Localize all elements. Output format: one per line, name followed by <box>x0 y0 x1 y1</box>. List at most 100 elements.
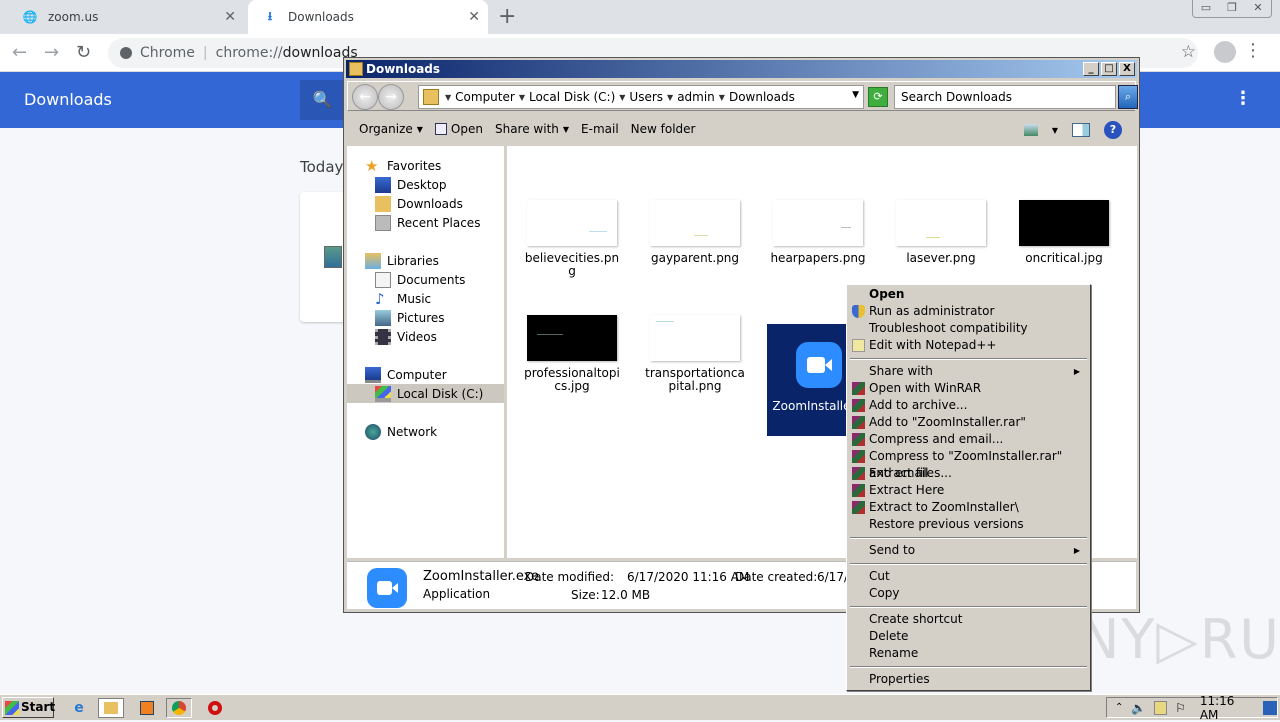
menu-item-extract-here[interactable]: Extract Here <box>849 482 1088 499</box>
nav-downloads[interactable]: Downloads <box>375 194 463 213</box>
menu-item-edit-notepadpp[interactable]: Edit with Notepad++ <box>849 337 1088 354</box>
menu-item-properties[interactable]: Properties <box>849 671 1088 688</box>
file-item[interactable]: lasever.png <box>891 200 991 265</box>
open-button[interactable]: Open <box>434 122 483 136</box>
clock[interactable]: 11:16 AM <box>1200 694 1251 722</box>
nav-recent-places[interactable]: Recent Places <box>375 213 480 232</box>
nav-libraries[interactable]: Libraries <box>365 251 439 270</box>
winrar-icon <box>852 399 865 412</box>
show-hidden-icons[interactable]: ⌃ <box>1115 702 1123 713</box>
email-button[interactable]: E-mail <box>581 122 619 136</box>
tab-zoom-us[interactable]: 🌐 zoom.us ✕ <box>8 0 244 34</box>
menu-item-delete[interactable]: Delete <box>849 628 1088 645</box>
start-button[interactable]: Start <box>2 697 55 718</box>
close-tab-icon[interactable]: ✕ <box>468 9 480 25</box>
downloads-title: Downloads <box>24 90 112 109</box>
menu-item-compress-rar-email[interactable]: Compress to "ZoomInstaller.rar" and emai… <box>849 448 1088 480</box>
tab-downloads[interactable]: ⭳ Downloads ✕ <box>248 0 488 34</box>
profile-avatar[interactable] <box>1214 41 1236 63</box>
breadcrumb-item[interactable]: Downloads <box>729 90 795 104</box>
close-window-button[interactable]: ✕ <box>1245 0 1271 17</box>
action-center-flag-icon[interactable]: ⚐ <box>1175 701 1186 715</box>
maximize-button[interactable]: □ <box>1101 62 1117 76</box>
reload-button[interactable]: ↻ <box>76 42 91 63</box>
menu-item-restore-versions[interactable]: Restore previous versions <box>849 516 1088 533</box>
breadcrumb-item[interactable]: Local Disk (C:) <box>529 90 615 104</box>
menu-item-share-with[interactable]: Share with ▶ <box>849 363 1088 380</box>
nav-pictures[interactable]: Pictures <box>375 308 445 327</box>
new-tab-button[interactable]: + <box>498 4 516 29</box>
menu-item-extract-to[interactable]: Extract to ZoomInstaller\ <box>849 499 1088 516</box>
file-item[interactable]: gayparent.png <box>645 200 745 265</box>
network-icon <box>365 423 381 440</box>
bookmark-star-icon[interactable]: ☆ <box>1181 42 1196 62</box>
forward-button[interactable]: → <box>44 42 59 63</box>
nav-favorites[interactable]: ★ Favorites <box>365 156 441 175</box>
network-warning-icon[interactable] <box>1154 700 1168 715</box>
menu-item-extract-files[interactable]: Extract files... <box>849 465 1088 482</box>
close-button[interactable]: X <box>1119 62 1135 76</box>
internet-explorer-icon[interactable]: e <box>66 698 92 718</box>
menu-item-rename[interactable]: Rename <box>849 645 1088 662</box>
menu-item-run-as-admin[interactable]: Run as administrator <box>849 303 1088 320</box>
file-item[interactable]: oncritical.jpg <box>1014 200 1114 265</box>
nav-music[interactable]: ♪ Music <box>375 289 431 308</box>
back-button[interactable]: ← <box>352 84 378 110</box>
file-item[interactable]: hearpapers.png <box>768 200 868 265</box>
menu-item-create-shortcut[interactable]: Create shortcut <box>849 611 1088 628</box>
minimize-button[interactable]: ▭ <box>1193 0 1219 17</box>
media-player-icon[interactable] <box>134 698 160 718</box>
nav-network[interactable]: Network <box>365 422 437 441</box>
help-icon[interactable]: ? <box>1104 121 1122 139</box>
nav-computer[interactable]: Computer <box>365 365 447 384</box>
image-thumbnail <box>773 200 863 246</box>
menu-item-copy[interactable]: Copy <box>849 585 1088 602</box>
chrome-icon[interactable] <box>166 698 192 718</box>
menu-item-add-to-rar[interactable]: Add to "ZoomInstaller.rar" <box>849 414 1088 431</box>
nav-documents[interactable]: Documents <box>375 270 465 289</box>
back-button[interactable]: ← <box>12 42 27 63</box>
restore-button[interactable]: ❐ <box>1219 0 1245 17</box>
explorer-icon[interactable] <box>98 698 124 718</box>
downloads-menu-icon[interactable]: ⋮ <box>1234 88 1252 109</box>
file-item[interactable]: transportationcapital.png <box>645 315 745 393</box>
breadcrumb-item[interactable]: Computer <box>455 90 515 104</box>
menu-item-open[interactable]: Open <box>849 286 1088 303</box>
change-view-icon[interactable] <box>1023 124 1038 136</box>
search-icon[interactable]: ⌕ <box>1118 85 1138 109</box>
menu-item-compress-email[interactable]: Compress and email... <box>849 431 1088 448</box>
view-options-dropdown[interactable]: ▼ <box>1052 126 1058 135</box>
show-desktop-button[interactable] <box>1262 700 1277 715</box>
opera-icon[interactable] <box>202 698 228 718</box>
nav-videos[interactable]: Videos <box>375 327 437 346</box>
close-tab-icon[interactable]: ✕ <box>224 9 236 25</box>
explorer-title-bar[interactable]: Downloads _ □ X <box>346 60 1137 78</box>
volume-icon[interactable]: 🔈 <box>1131 701 1146 715</box>
nav-desktop[interactable]: Desktop <box>375 175 447 194</box>
menu-item-send-to[interactable]: Send to ▶ <box>849 542 1088 559</box>
menu-item-cut[interactable]: Cut <box>849 568 1088 585</box>
winrar-icon <box>852 467 865 480</box>
preview-pane-icon[interactable] <box>1072 123 1090 137</box>
file-item[interactable]: professionaltopics.jpg <box>522 315 622 393</box>
menu-item-troubleshoot[interactable]: Troubleshoot compatibility <box>849 320 1088 337</box>
nav-local-disk[interactable]: Local Disk (C:) <box>347 384 504 403</box>
forward-button[interactable]: → <box>378 84 404 110</box>
nav-label: Recent Places <box>397 215 481 230</box>
search-downloads-button[interactable]: 🔍 <box>300 80 345 120</box>
minimize-button[interactable]: _ <box>1083 62 1099 76</box>
breadcrumb-item[interactable]: Users <box>629 90 663 104</box>
new-folder-button[interactable]: New folder <box>631 122 696 136</box>
address-history-dropdown[interactable]: ▼ <box>852 90 859 100</box>
menu-item-open-winrar[interactable]: Open with WinRAR <box>849 380 1088 397</box>
breadcrumb[interactable]: ▼ Computer ▼ Local Disk (C:) ▼ Users ▼ a… <box>418 85 864 109</box>
organize-button[interactable]: Organize ▼ <box>359 122 423 136</box>
share-with-button[interactable]: Share with ▼ <box>495 122 569 136</box>
chrome-menu-icon[interactable]: ⋮ <box>1244 40 1262 61</box>
menu-item-add-archive[interactable]: Add to archive... <box>849 397 1088 414</box>
file-item[interactable]: believecities.png <box>522 200 622 278</box>
winrar-icon <box>852 450 865 463</box>
search-input[interactable]: Search Downloads <box>894 85 1116 109</box>
refresh-button[interactable]: ⟳ <box>868 87 888 107</box>
breadcrumb-item[interactable]: admin <box>677 90 715 104</box>
